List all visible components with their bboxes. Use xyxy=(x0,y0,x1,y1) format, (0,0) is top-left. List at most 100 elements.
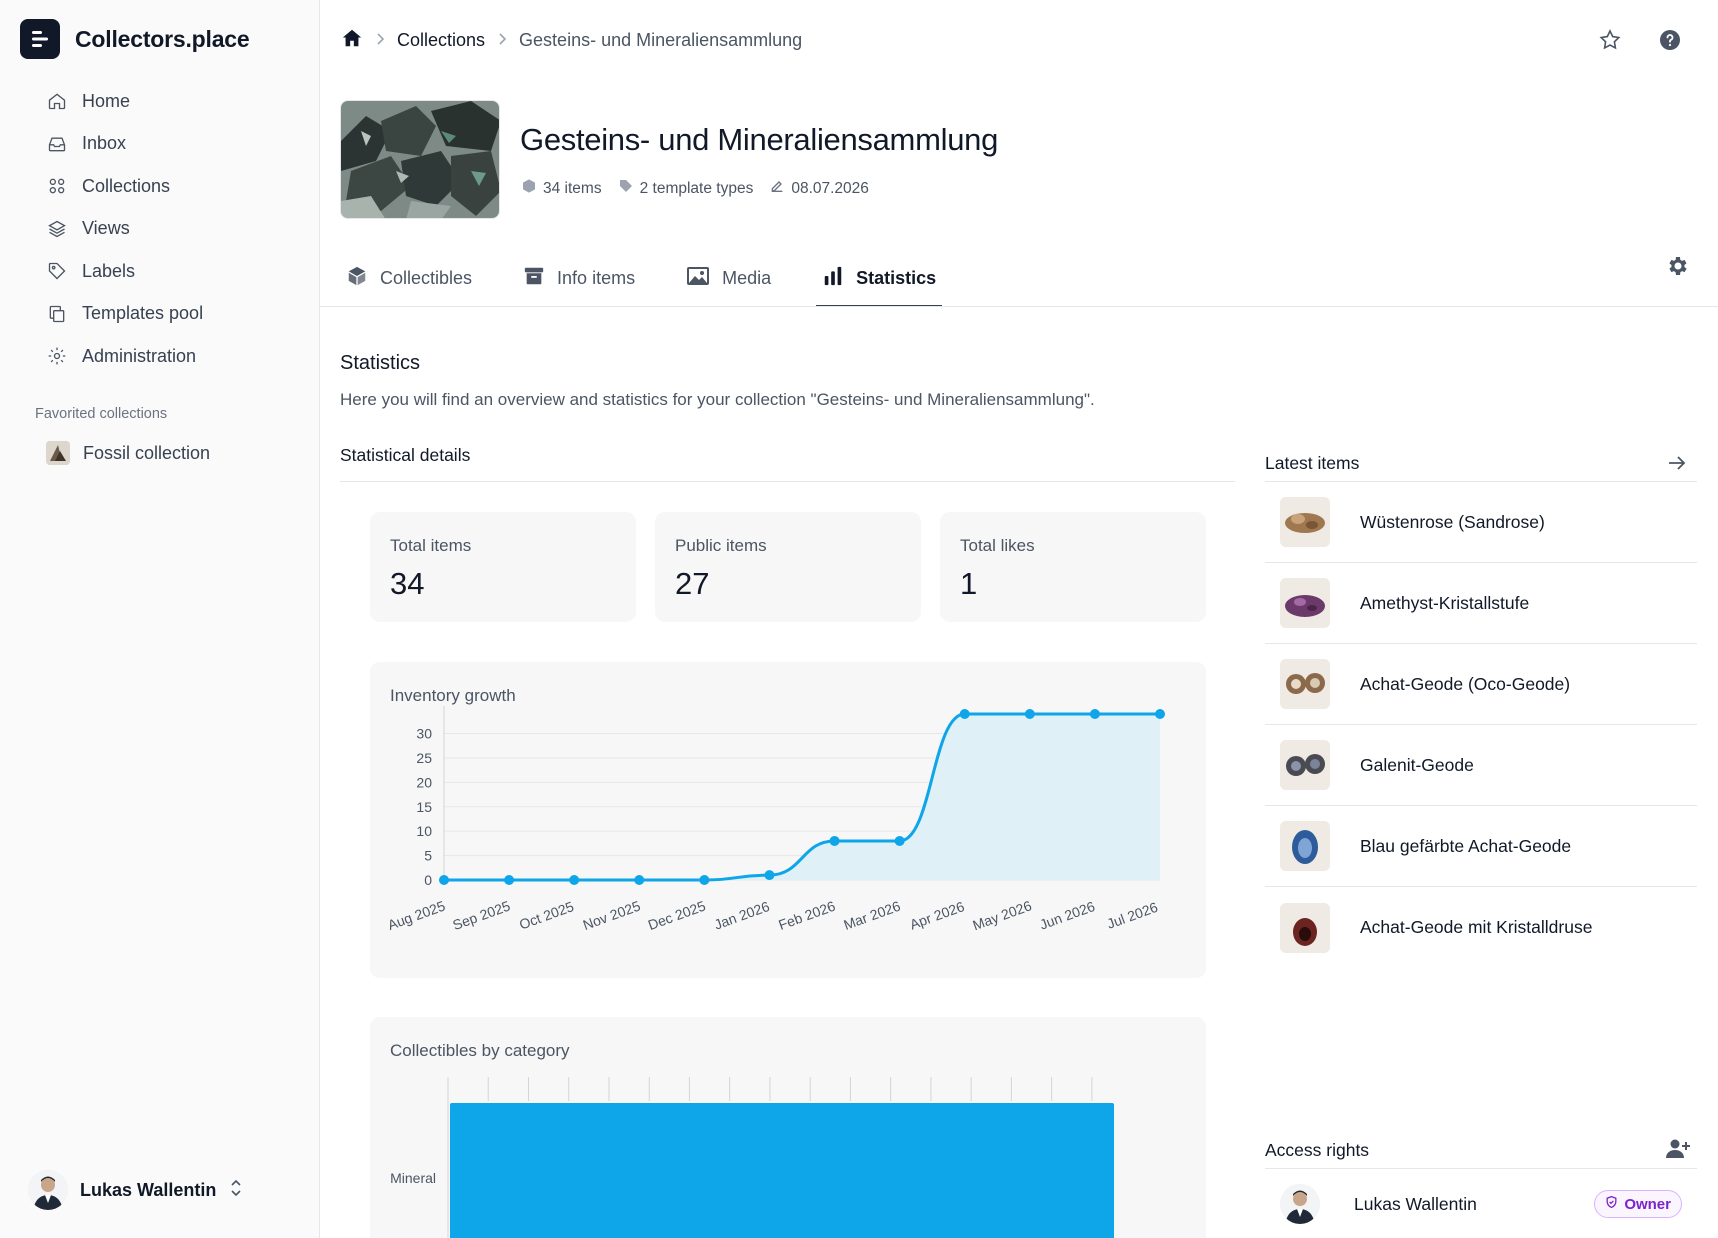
box-icon xyxy=(346,265,380,292)
stat-value: 1 xyxy=(960,566,978,601)
data-point xyxy=(1155,709,1165,719)
status-badge: Owner xyxy=(1594,1190,1682,1218)
sidebar-item-templates-pool[interactable]: Templates pool xyxy=(34,293,304,336)
list-item[interactable]: Blau gefärbte Achat-Geode xyxy=(1265,806,1697,887)
sidebar-item-label: Home xyxy=(82,90,131,111)
sidebar-item-inbox[interactable]: Inbox xyxy=(34,123,304,166)
edit-icon xyxy=(769,178,791,199)
collection-meta: 34 items 2 template types 08.07.2026 xyxy=(521,178,885,199)
access-rights-title: Access rights xyxy=(1265,1140,1370,1160)
category-label: Mineral xyxy=(390,1170,436,1186)
meta-template-types-label: 2 template types xyxy=(639,179,754,197)
y-tick-label: 0 xyxy=(424,872,432,888)
list-item[interactable]: Galenit-Geode xyxy=(1265,725,1697,806)
arrow-right-icon[interactable] xyxy=(1665,451,1689,480)
user-menu[interactable]: Lukas Wallentin xyxy=(28,1170,244,1210)
statistics-title: Statistics xyxy=(340,352,421,374)
sidebar-item-views[interactable]: Views xyxy=(34,208,304,251)
list-item[interactable]: Amethyst-Kristallstufe xyxy=(1265,563,1697,644)
statistics-description: Here you will find an overview and stati… xyxy=(340,390,1095,409)
data-point xyxy=(829,835,840,846)
tag-icon xyxy=(46,260,68,282)
y-tick-label: 25 xyxy=(416,750,432,766)
tab-info-items[interactable]: Info items xyxy=(517,250,641,306)
y-tick-label: 20 xyxy=(416,774,432,790)
access-user-row[interactable]: Lukas Wallentin Owner xyxy=(1280,1184,1682,1224)
inventory-growth-chart: 0 5 10 15 20 25 30 Aug 2025 Sep 2025 Oct 2025 Nov … xyxy=(385,706,1165,933)
x-tick-label: Apr 2026 xyxy=(908,898,967,933)
x-tick-label: Feb 2026 xyxy=(776,898,837,933)
item-thumbnail xyxy=(1280,497,1330,547)
x-tick-label: Sep 2025 xyxy=(450,897,512,933)
shield-icon xyxy=(1605,1195,1624,1213)
item-name: Achat-Geode (Oco-Geode) xyxy=(1360,673,1571,694)
app-name: Collectors.place xyxy=(75,25,250,52)
x-tick-label: Jul 2026 xyxy=(1105,899,1160,932)
sidebar-item-labels[interactable]: Labels xyxy=(34,250,304,293)
grid-icon xyxy=(46,175,68,197)
stat-card-public-items: Public items 27 xyxy=(655,512,921,622)
bar xyxy=(450,1103,1114,1238)
item-name: Blau gefärbte Achat-Geode xyxy=(1360,835,1572,856)
x-tick-label: Oct 2025 xyxy=(517,898,576,933)
y-tick-label: 30 xyxy=(416,726,432,742)
breadcrumb-current[interactable]: Gesteins- und Mineraliensammlung xyxy=(519,30,802,51)
role-label: Owner xyxy=(1624,1195,1671,1213)
meta-template-types: 2 template types xyxy=(618,178,754,199)
help-icon[interactable] xyxy=(1658,28,1682,57)
item-thumbnail xyxy=(1280,659,1330,709)
y-tick-label: 5 xyxy=(424,848,432,864)
list-item[interactable]: Achat-Geode (Oco-Geode) xyxy=(1265,644,1697,725)
inbox-icon xyxy=(46,133,68,155)
star-icon[interactable] xyxy=(1598,28,1622,57)
tab-collectibles[interactable]: Collectibles xyxy=(340,250,478,306)
data-point xyxy=(504,875,515,885)
sidebar-item-administration[interactable]: Administration xyxy=(34,335,304,378)
tab-media[interactable]: Media xyxy=(680,250,777,306)
item-name: Galenit-Geode xyxy=(1360,754,1474,775)
avatar xyxy=(1280,1184,1320,1224)
sidebar-item-collections[interactable]: Collections xyxy=(34,165,304,208)
collectibles-by-category-chart: Mineral xyxy=(390,1077,1114,1238)
item-thumbnail xyxy=(1280,902,1330,953)
x-tick-label: Mar 2026 xyxy=(841,898,902,933)
top-actions xyxy=(1598,28,1682,57)
tab-statistics[interactable]: Statistics xyxy=(816,250,943,307)
x-tick-label: Dec 2025 xyxy=(646,897,708,933)
layers-icon xyxy=(46,218,68,240)
stat-label: Total items xyxy=(390,536,472,555)
sidebar-nav: Home Inbox Collections Views Labels Temp… xyxy=(34,80,304,378)
page-title: Gesteins- und Mineraliensammlung xyxy=(520,122,999,157)
data-point xyxy=(634,875,645,885)
stat-value: 27 xyxy=(675,566,710,601)
sidebar-item-home[interactable]: Home xyxy=(34,80,304,123)
list-item[interactable]: Achat-Geode mit Kristalldruse xyxy=(1265,887,1697,968)
tab-label: Statistics xyxy=(856,267,937,288)
sidebar-item-label: Templates pool xyxy=(82,303,204,324)
collectibles-by-category-chart-card: Collectibles by category Mineral xyxy=(370,1017,1206,1238)
breadcrumb-collections[interactable]: Collections xyxy=(397,30,485,51)
item-thumbnail xyxy=(1280,821,1330,871)
item-thumbnail xyxy=(1280,740,1330,790)
tab-label: Collectibles xyxy=(380,267,473,288)
sidebar-item-label: Administration xyxy=(82,345,197,366)
data-point xyxy=(1089,709,1100,719)
data-point xyxy=(1024,709,1035,719)
meta-items-label: 34 items xyxy=(543,179,602,197)
home-icon[interactable] xyxy=(341,27,363,54)
latest-items-list: Wüstenrose (Sandrose) Amethyst-Kristalls… xyxy=(1265,482,1697,968)
data-point xyxy=(699,875,710,885)
chevron-right-icon xyxy=(375,30,385,51)
bar-chart-icon xyxy=(822,265,856,292)
y-tick-label: 10 xyxy=(416,823,432,839)
brand[interactable]: Collectors.place xyxy=(20,19,250,59)
copy-icon xyxy=(46,303,68,325)
access-user-name: Lukas Wallentin xyxy=(1354,1193,1477,1214)
item-name: Wüstenrose (Sandrose) xyxy=(1360,511,1545,532)
item-thumbnail xyxy=(1280,578,1330,628)
settings-gear-icon[interactable] xyxy=(1666,254,1690,283)
x-tick-label: Nov 2025 xyxy=(581,897,643,933)
favorite-item-fossil-collection[interactable]: Fossil collection xyxy=(46,441,210,465)
list-item[interactable]: Wüstenrose (Sandrose) xyxy=(1265,482,1697,563)
add-user-icon[interactable] xyxy=(1665,1137,1691,1166)
